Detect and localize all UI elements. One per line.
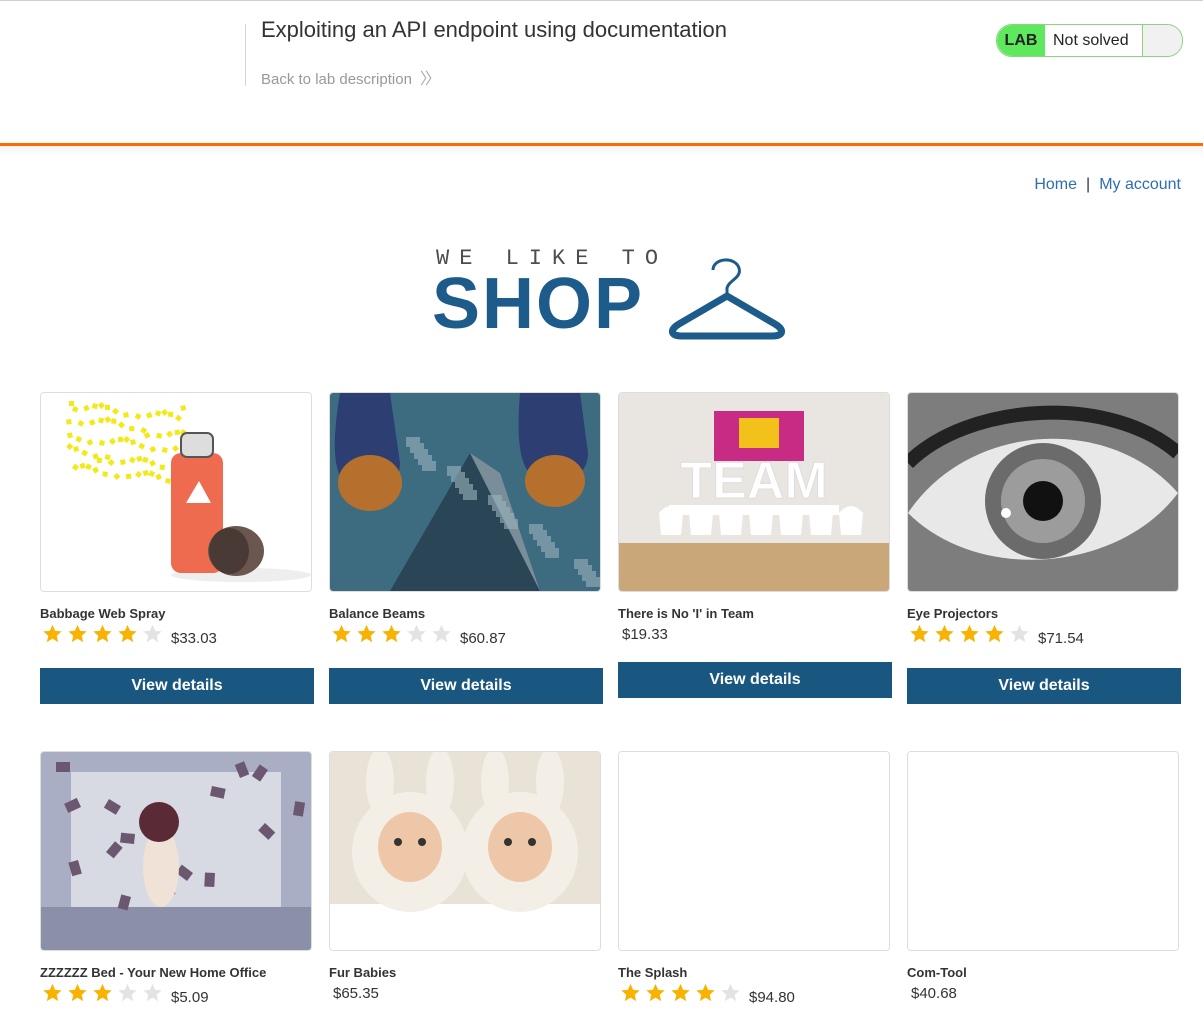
product-name: Fur Babies (329, 965, 397, 980)
product-meta: $94.80 (618, 980, 795, 1010)
product-card: Babbage Web Spray $33.03 View details (40, 392, 314, 704)
star-filled-icon (65, 982, 90, 1009)
product-meta: $60.87 (329, 621, 506, 651)
rating-stars (40, 623, 165, 650)
product-card: Com-Tool $40.68 (907, 751, 1181, 1011)
star-filled-icon (90, 623, 115, 650)
product-meta: $65.35 (329, 980, 379, 1010)
star-filled-icon (40, 623, 65, 650)
view-details-button[interactable]: View details (618, 662, 892, 698)
product-price: $19.33 (622, 625, 668, 643)
star-filled-icon (65, 623, 90, 650)
nav-separator: | (1086, 176, 1091, 193)
back-to-lab-description-link[interactable]: Back to lab description 〉〉 (261, 65, 441, 89)
product-meta: $19.33 (618, 621, 668, 651)
product-image[interactable] (329, 392, 601, 592)
star-empty-icon (140, 623, 165, 650)
rating-stars (907, 623, 1032, 650)
star-filled-icon (693, 982, 718, 1009)
product-card: TEAM There is No 'I' in Team $19.33 View… (618, 392, 892, 704)
star-filled-icon (379, 623, 404, 650)
star-filled-icon (957, 623, 982, 650)
product-price: $5.09 (171, 988, 209, 1006)
product-name: Com-Tool (907, 965, 967, 980)
product-name: Eye Projectors (907, 606, 999, 621)
star-filled-icon (907, 623, 932, 650)
product-image[interactable] (907, 751, 1179, 951)
product-name: Balance Beams (329, 606, 426, 621)
product-price: $33.03 (171, 629, 217, 647)
back-link-label: Back to lab description (261, 71, 412, 88)
lab-status-widget: LAB Not solved (996, 24, 1183, 57)
lab-badge: LAB (997, 25, 1045, 56)
header-shadow (0, 146, 1203, 156)
star-filled-icon (982, 623, 1007, 650)
product-meta: $71.54 (907, 621, 1084, 651)
product-image[interactable] (907, 392, 1179, 592)
star-filled-icon (354, 623, 379, 650)
shop-logo: WE LIKE TO SHOP (432, 244, 792, 344)
star-empty-icon (429, 623, 454, 650)
star-filled-icon (643, 982, 668, 1009)
product-price: $60.87 (460, 629, 506, 647)
product-meta: $40.68 (907, 980, 957, 1010)
lab-title: Exploiting an API endpoint using documen… (261, 17, 727, 42)
product-meta: $33.03 (40, 621, 217, 651)
product-image[interactable]: TEAM (618, 392, 890, 592)
product-card: Eye Projectors $71.54 View details (907, 392, 1181, 704)
product-card: ZZZZZZ Bed - Your New Home Office $5.09 (40, 751, 314, 1011)
star-filled-icon (329, 623, 354, 650)
star-filled-icon (115, 623, 140, 650)
star-empty-icon (718, 982, 743, 1009)
product-image[interactable] (329, 751, 601, 951)
product-meta: $5.09 (40, 980, 209, 1010)
product-name: The Splash (618, 965, 688, 980)
view-details-button[interactable]: View details (329, 668, 603, 704)
star-filled-icon (40, 982, 65, 1009)
view-details-button[interactable]: View details (40, 668, 314, 704)
product-price: $94.80 (749, 988, 795, 1006)
product-name: Babbage Web Spray (40, 606, 166, 621)
product-name: ZZZZZZ Bed - Your New Home Office (40, 965, 267, 980)
rating-stars (329, 623, 454, 650)
clothes-hanger-icon (669, 258, 785, 340)
product-card: Fur Babies $65.35 (329, 751, 603, 1011)
nav-home-link[interactable]: Home (1034, 176, 1077, 193)
product-price: $71.54 (1038, 629, 1084, 647)
product-image[interactable] (618, 751, 890, 951)
rating-stars (40, 982, 165, 1009)
product-card: The Splash $94.80 (618, 751, 892, 1011)
star-filled-icon (932, 623, 957, 650)
star-filled-icon (618, 982, 643, 1009)
lab-header: Exploiting an API endpoint using documen… (0, 1, 1203, 143)
lab-status-end (1143, 25, 1182, 56)
double-chevron-right-icon: 〉〉 (419, 71, 441, 88)
star-empty-icon (115, 982, 140, 1009)
nav-my-account-link[interactable]: My account (1099, 176, 1181, 193)
svg-text:TEAM: TEAM (680, 452, 827, 510)
product-image[interactable] (40, 751, 312, 951)
star-empty-icon (140, 982, 165, 1009)
star-empty-icon (404, 623, 429, 650)
view-details-button[interactable]: View details (907, 668, 1181, 704)
header-divider (245, 24, 246, 86)
product-image[interactable] (40, 392, 312, 592)
product-card: Balance Beams $60.87 View details (329, 392, 603, 704)
star-filled-icon (668, 982, 693, 1009)
star-empty-icon (1007, 623, 1032, 650)
star-filled-icon (90, 982, 115, 1009)
logo-word: SHOP (432, 264, 645, 344)
rating-stars (618, 982, 743, 1009)
lab-status-text: Not solved (1045, 25, 1143, 56)
top-nav: Home | My account (1034, 176, 1181, 194)
product-name: There is No 'I' in Team (618, 606, 754, 621)
